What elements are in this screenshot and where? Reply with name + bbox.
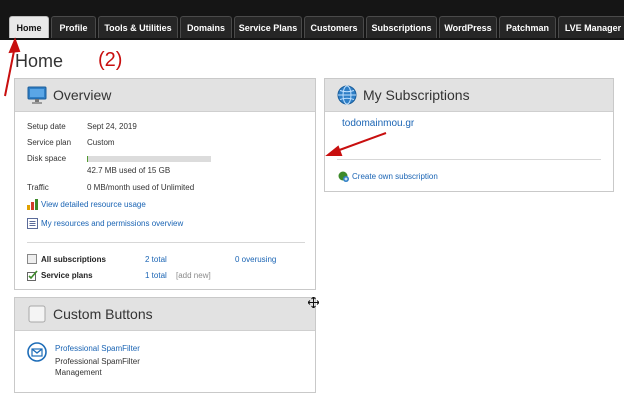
add-new-plan-link[interactable]: [add new]: [176, 271, 211, 280]
custom-button-icon: [28, 305, 46, 323]
tab-customers[interactable]: Customers: [304, 16, 364, 38]
service-plan-label: Service plan: [27, 138, 72, 147]
subscriptions-panel: My Subscriptions todomainmou.gr Create o…: [324, 78, 614, 192]
overusing-link[interactable]: 0 overusing: [235, 255, 276, 264]
service-plan-value: Custom: [87, 138, 115, 147]
tab-profile[interactable]: Profile: [51, 16, 96, 38]
bar-chart-icon: [27, 199, 38, 210]
spamfilter-description-line1: Professional SpamFilter: [55, 357, 140, 366]
spamfilter-description-line2: Management: [55, 368, 102, 377]
tab-wordpress[interactable]: WordPress: [439, 16, 497, 38]
subscriptions-header: My Subscriptions: [325, 79, 613, 112]
custom-buttons-title: Custom Buttons: [53, 306, 153, 322]
all-subscriptions-label: All subscriptions: [41, 255, 106, 264]
setup-date-value: Sept 24, 2019: [87, 122, 137, 131]
subscriptions-title: My Subscriptions: [363, 87, 470, 103]
create-subscription-link[interactable]: Create own subscription: [352, 172, 438, 181]
annotation-step-number: (2): [98, 49, 123, 71]
disk-space-value: 42.7 MB used of 15 GB: [87, 166, 171, 175]
overview-header: Overview: [15, 79, 315, 112]
traffic-label: Traffic: [27, 183, 49, 192]
service-plans-label: Service plans: [41, 271, 93, 280]
create-subscription-icon: [338, 171, 349, 182]
spamfilter-link[interactable]: Professional SpamFilter: [55, 344, 140, 353]
resources-permissions-link[interactable]: My resources and permissions overview: [41, 219, 183, 228]
disk-space-label: Disk space: [27, 154, 67, 163]
disk-usage-bar: [87, 156, 211, 162]
service-plans-total-link[interactable]: 1 total: [145, 271, 167, 280]
page-title: Home: [15, 51, 64, 71]
subscriptions-divider: [337, 159, 601, 160]
document-list-icon: [27, 218, 38, 229]
top-nav: Home Profile Tools & Utilities Domains S…: [0, 0, 624, 40]
view-resource-usage-link[interactable]: View detailed resource usage: [41, 200, 146, 209]
subscription-domain-link[interactable]: todomainmou.gr: [342, 118, 414, 129]
tab-service-plans[interactable]: Service Plans: [234, 16, 302, 38]
disk-usage-fill: [87, 156, 88, 162]
setup-date-label: Setup date: [27, 122, 66, 131]
all-subscriptions-total-link[interactable]: 2 total: [145, 255, 167, 264]
tab-lve-manager[interactable]: LVE Manager: [558, 16, 624, 38]
tab-home[interactable]: Home: [9, 16, 49, 38]
globe-icon: [337, 85, 357, 105]
overview-panel: Overview Setup date Sept 24, 2019 Servic…: [14, 78, 316, 290]
move-cursor-icon: [308, 297, 319, 308]
tab-domains[interactable]: Domains: [180, 16, 232, 38]
custom-buttons-header: Custom Buttons: [15, 298, 315, 331]
custom-buttons-panel: Custom Buttons Professional SpamFilter P…: [14, 297, 316, 393]
tab-patchman[interactable]: Patchman: [499, 16, 556, 38]
overview-divider: [27, 242, 305, 243]
overview-title: Overview: [53, 87, 112, 103]
service-plans-icon: [27, 270, 38, 281]
tab-subscriptions[interactable]: Subscriptions: [366, 16, 437, 38]
spamfilter-envelope-icon[interactable]: [27, 342, 47, 362]
tab-tools-utilities[interactable]: Tools & Utilities: [98, 16, 178, 38]
monitor-icon: [27, 86, 47, 104]
traffic-value: 0 MB/month used of Unlimited: [87, 183, 195, 192]
subscriptions-icon: [27, 254, 37, 264]
